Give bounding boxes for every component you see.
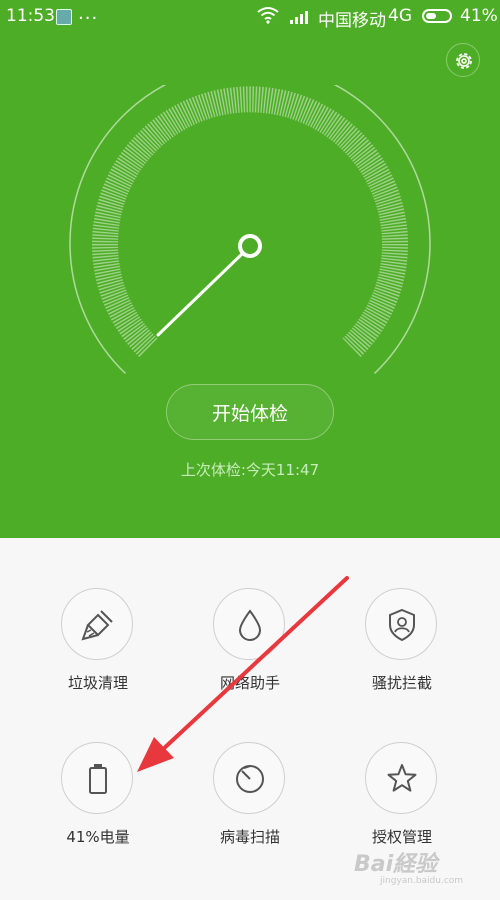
annotation-arrow [137,576,349,772]
baidu-watermark: Bai経验 jingyan.baidu.com [354,846,494,894]
watermark-text: Bai経验 [354,852,438,877]
watermark-url: jingyan.baidu.com [380,876,464,886]
